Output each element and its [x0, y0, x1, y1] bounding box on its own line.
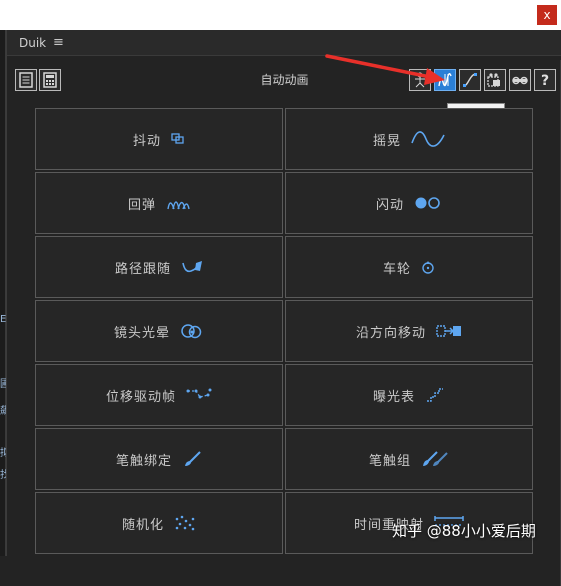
button-label: 笔触组 [368, 452, 411, 468]
window-title-bar: x [0, 0, 561, 30]
button-label: 抖动 [132, 132, 161, 148]
help-icon[interactable]: ? [534, 69, 556, 91]
close-button[interactable]: x [537, 5, 557, 25]
wheel-button[interactable]: 车轮 [285, 236, 533, 298]
button-label: 位移驱动帧 [105, 388, 176, 404]
path-follow-icon [182, 261, 202, 273]
camera-icon[interactable] [484, 69, 506, 91]
wiggle-icon [171, 133, 184, 144]
panel-menu-icon[interactable]: ≡ [53, 35, 64, 50]
toolbar: 自动动画 ? [7, 64, 561, 94]
kleaner-icon [167, 201, 190, 210]
paint-group-icon [423, 451, 448, 466]
paint-rig-icon [185, 451, 201, 466]
animation-icon[interactable] [459, 69, 481, 91]
button-label: 闪动 [375, 196, 404, 212]
randomize-button[interactable]: 随机化 [35, 492, 283, 554]
motion-trail-icon [186, 388, 212, 399]
randomize-icon [175, 515, 195, 531]
kleaner-button[interactable]: 回弹 [35, 172, 283, 234]
tools-icon[interactable] [509, 69, 531, 91]
button-label: 车轮 [382, 260, 411, 276]
button-label: 摇晃 [372, 132, 401, 148]
path-follow-button[interactable]: 路径跟随 [35, 236, 283, 298]
exposure-icon [427, 388, 443, 402]
paint-group-button[interactable]: 笔触组 [285, 428, 533, 490]
lens-flare-button[interactable]: 镜头光晕 [35, 300, 283, 362]
button-label: 曝光表 [372, 388, 415, 404]
lens-flare-icon [181, 324, 202, 339]
move-away-icon [436, 325, 461, 337]
swing-icon [411, 131, 445, 147]
rigging-icon[interactable] [409, 69, 431, 91]
wiggle-button[interactable]: 抖动 [35, 108, 283, 170]
panel-tab-title: Duik [19, 36, 47, 50]
button-label: 路径跟随 [114, 260, 171, 276]
motion-trail-button[interactable]: 位移驱动帧 [35, 364, 283, 426]
blink-button[interactable]: 闪动 [285, 172, 533, 234]
button-label: 沿方向移动 [355, 324, 426, 340]
watermark: 知乎 @88小小爱后期 [392, 522, 536, 540]
button-label: 镜头光晕 [113, 324, 170, 340]
exposure-button[interactable]: 曝光表 [285, 364, 533, 426]
wheel-icon [422, 261, 434, 274]
duik-panel: Duik ≡ 自动动画 ? 自动动画 抖动 [6, 30, 561, 586]
button-label: 随机化 [121, 516, 164, 532]
move-away-button[interactable]: 沿方向移动 [285, 300, 533, 362]
panel-tab[interactable]: Duik ≡ [7, 30, 561, 56]
button-label: 笔触绑定 [115, 452, 172, 468]
automation-icon[interactable] [434, 69, 456, 91]
paint-rig-button[interactable]: 笔触绑定 [35, 428, 283, 490]
blink-icon [415, 197, 440, 209]
svg-text:?: ? [541, 73, 549, 88]
button-label: 回弹 [127, 196, 156, 212]
swing-button[interactable]: 摇晃 [285, 108, 533, 170]
